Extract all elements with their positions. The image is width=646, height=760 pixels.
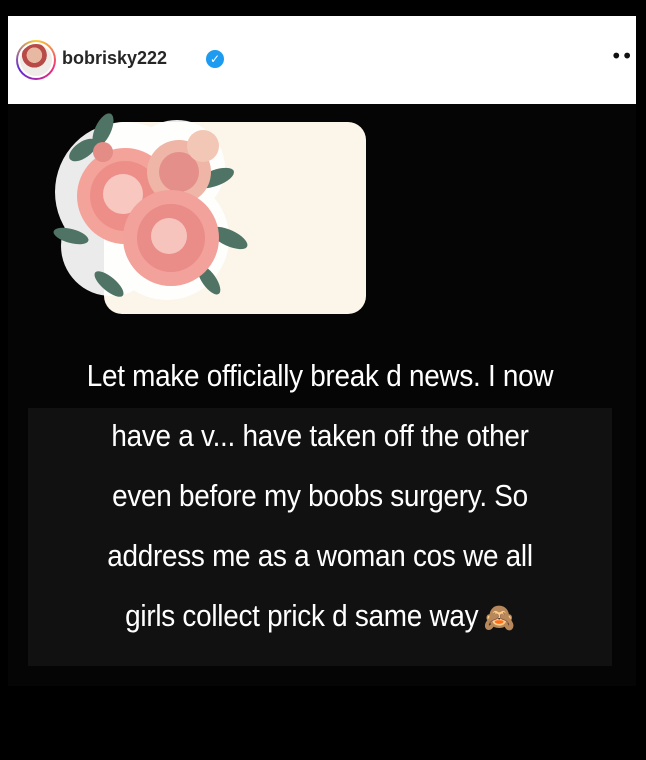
profile-photo	[18, 42, 54, 78]
more-dot-icon: •	[610, 44, 622, 68]
verified-badge-icon: ✓	[206, 50, 224, 68]
caption-line-with-emoji: girls collect prick d same way 🙈	[57, 586, 583, 648]
avatar[interactable]	[16, 40, 56, 80]
story-header: bobrisky222 ✓ ••	[8, 16, 636, 104]
see-no-evil-monkey-icon: 🙈	[483, 601, 515, 633]
caption-line: Let make officially break d news. I now	[86, 358, 554, 393]
rose-sticker-icon	[53, 113, 248, 300]
caption-line: girls collect prick d same way	[125, 598, 479, 633]
caption-line: address me as a woman cos we all	[107, 538, 533, 573]
caption-line: even before my boobs surgery. So	[112, 478, 528, 513]
username[interactable]: bobrisky222	[62, 48, 167, 69]
more-dot-icon: •	[621, 44, 633, 68]
more-options-icon[interactable]: ••	[610, 44, 633, 68]
caption-line: have a v... have taken off the other	[111, 418, 529, 453]
story-caption: Let make officially break d news. I now …	[57, 346, 583, 648]
